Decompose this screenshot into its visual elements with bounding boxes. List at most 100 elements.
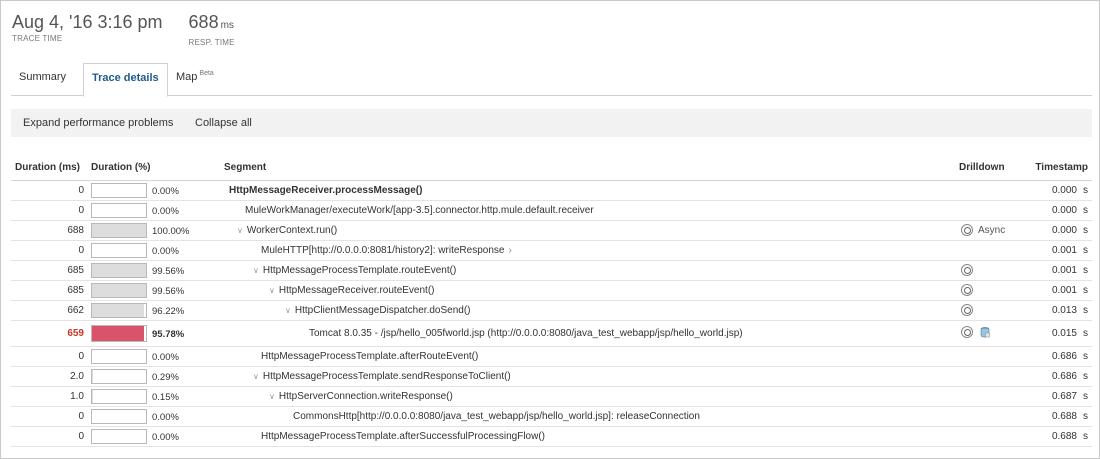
chevron-down-icon[interactable]: ∨ xyxy=(269,286,275,295)
duration-pct: 0.00% xyxy=(152,206,179,217)
timestamp-value: 0.000 xyxy=(1051,185,1077,196)
chevron-right-icon[interactable]: › xyxy=(508,245,511,256)
table-row[interactable]: 0 0.00% CommonsHttp[http://0.0.0.0:8080/ja… xyxy=(11,407,1092,427)
col-duration-ms[interactable]: Duration (ms) xyxy=(15,162,80,173)
duration-bar xyxy=(91,429,147,444)
chevron-down-icon[interactable]: ∨ xyxy=(237,226,243,235)
drilldown-label[interactable]: Async xyxy=(978,225,1005,236)
segment-cell[interactable]: ∨ HttpMessageProcessTemplate.sendResponse… xyxy=(253,371,511,382)
tab-trace-details[interactable]: Trace details xyxy=(83,63,168,97)
segment-cell[interactable]: MuleWorkManager/executeWork/[app-3.5].co… xyxy=(245,205,594,216)
drilldown-cell xyxy=(961,326,990,338)
table-row[interactable]: 659 95.78% Tomcat 8.0.35 - /jsp/hello_005f… xyxy=(11,321,1092,347)
segment-cell[interactable]: HttpMessageProcessTemplate.afterRouteEve… xyxy=(261,351,478,362)
segment-cell[interactable]: ∨ HttpMessageReceiver.routeEvent() xyxy=(269,285,434,296)
table-row[interactable]: 0 0.00% HttpMessageProcessTemplate.afterRo… xyxy=(11,347,1092,367)
segment-cell[interactable]: ∨ HttpMessageProcessTemplate.routeEvent() xyxy=(253,265,456,276)
magnifier-icon[interactable] xyxy=(961,304,973,316)
duration-bar-fill xyxy=(92,284,146,297)
magnifier-icon[interactable] xyxy=(961,284,973,296)
timestamp-unit: s xyxy=(1083,371,1088,382)
table-row[interactable]: 685 99.56% ∨ HttpMessageReceiver.routeEvent… xyxy=(11,281,1092,301)
duration-ms: 688 xyxy=(67,225,84,236)
timestamp-unit: s xyxy=(1083,265,1088,276)
expand-performance-problems-button[interactable]: Expand performance problems xyxy=(11,109,185,137)
timestamp-cell: 0.015 s xyxy=(1052,328,1088,339)
table-row[interactable]: 2.0 0.29% ∨ HttpMessageProcessTemplate.send… xyxy=(11,367,1092,387)
timestamp-cell: 0.686 s xyxy=(1052,351,1088,362)
timestamp-unit: s xyxy=(1083,285,1088,296)
timestamp-unit: s xyxy=(1083,245,1088,256)
table-row[interactable]: 0 0.00% HttpMessageProcessTemplate.afterSu… xyxy=(11,427,1092,447)
trace-header: Aug 4, '16 3:16 pm TRACE TIME 688 ms RESP… xyxy=(12,11,261,47)
tab-bar: Summary Trace details Map Beta xyxy=(11,63,1092,97)
timestamp-value: 0.001 xyxy=(1051,285,1077,296)
duration-bar xyxy=(91,409,147,424)
segment-cell[interactable]: HttpMessageProcessTemplate.afterSuccessf… xyxy=(261,431,545,442)
chevron-down-icon[interactable]: ∨ xyxy=(253,266,259,275)
duration-bar-fill xyxy=(92,326,144,341)
duration-pct: 0.00% xyxy=(152,246,179,257)
segment-name: HttpMessageProcessTemplate.afterRouteEve… xyxy=(261,351,479,362)
timestamp-value: 0.686 xyxy=(1051,371,1077,382)
tab-summary[interactable]: Summary xyxy=(11,63,74,96)
duration-bar xyxy=(91,243,147,258)
trace-table: Duration (ms) Duration (%) Segment Drill… xyxy=(11,157,1092,447)
table-row[interactable]: 0 0.00% MuleHTTP[http://0.0.0.0:8081/histo… xyxy=(11,241,1092,261)
timestamp-unit: s xyxy=(1083,351,1088,362)
timestamp-unit: s xyxy=(1083,411,1088,422)
resp-time-caption: RESP. TIME xyxy=(188,38,235,47)
resp-time-value: 688 xyxy=(188,12,219,32)
timestamp-value: 0.001 xyxy=(1051,245,1077,256)
chevron-down-icon[interactable]: ∨ xyxy=(285,306,291,315)
duration-ms: 685 xyxy=(67,285,84,296)
tab-map[interactable]: Map Beta xyxy=(168,63,222,96)
chevron-down-icon[interactable]: ∨ xyxy=(269,392,275,401)
table-row[interactable]: 0 0.00% HttpMessageReceiver.processMessage… xyxy=(11,181,1092,201)
segment-cell[interactable]: ∨ HttpClientMessageDispatcher.doSend() xyxy=(285,305,471,316)
timestamp-unit: s xyxy=(1083,431,1088,442)
table-header: Duration (ms) Duration (%) Segment Drill… xyxy=(11,157,1092,181)
segment-name: HttpMessageProcessTemplate.routeEvent() xyxy=(262,265,457,276)
segment-cell[interactable]: HttpMessageReceiver.processMessage() xyxy=(229,185,422,196)
magnifier-icon[interactable] xyxy=(961,224,973,236)
table-row[interactable]: 1.0 0.15% ∨ HttpServerConnection.writeRespo… xyxy=(11,387,1092,407)
col-duration-pct[interactable]: Duration (%) xyxy=(91,162,150,173)
duration-ms: 1.0 xyxy=(70,391,84,402)
tab-summary-label: Summary xyxy=(19,71,67,83)
duration-pct: 0.00% xyxy=(152,432,179,443)
duration-bar xyxy=(91,203,147,218)
duration-bar-fill xyxy=(92,304,144,317)
timestamp-cell: 0.688 s xyxy=(1052,431,1088,442)
database-icon[interactable] xyxy=(980,326,990,338)
timestamp-value: 0.015 xyxy=(1051,328,1077,339)
timestamp-cell: 0.001 s xyxy=(1052,265,1088,276)
collapse-all-button[interactable]: Collapse all xyxy=(183,109,264,137)
magnifier-icon[interactable] xyxy=(961,264,973,276)
timestamp-cell: 0.000 s xyxy=(1052,205,1088,216)
segment-cell[interactable]: ∨ HttpServerConnection.writeResponse() xyxy=(269,391,453,402)
duration-bar xyxy=(91,369,147,384)
col-drilldown[interactable]: Drilldown xyxy=(959,162,1005,173)
segment-cell[interactable]: Tomcat 8.0.35 - /jsp/hello_005fworld.jsp… xyxy=(309,328,743,339)
magnifier-icon[interactable] xyxy=(961,326,973,338)
table-row[interactable]: 0 0.00% MuleWorkManager/executeWork/[app-3… xyxy=(11,201,1092,221)
duration-ms: 685 xyxy=(67,265,84,276)
segment-cell[interactable]: ∨ WorkerContext.run() xyxy=(237,225,337,236)
timestamp-value: 0.686 xyxy=(1051,351,1077,362)
timestamp-unit: s xyxy=(1083,205,1088,216)
drilldown-cell xyxy=(961,264,973,276)
resp-time-unit: ms xyxy=(220,20,234,31)
table-row[interactable]: 685 99.56% ∨ HttpMessageProcessTemplate.rou… xyxy=(11,261,1092,281)
col-timestamp[interactable]: Timestamp xyxy=(1035,162,1088,173)
segment-cell[interactable]: CommonsHttp[http://0.0.0.0:8080/java_tes… xyxy=(293,411,700,422)
chevron-down-icon[interactable]: ∨ xyxy=(253,372,259,381)
table-row[interactable]: 688 100.00% ∨ WorkerContext.run() Async 0.000… xyxy=(11,221,1092,241)
segment-cell[interactable]: MuleHTTP[http://0.0.0.0:8081/history2]: … xyxy=(261,245,512,256)
timestamp-value: 0.688 xyxy=(1051,431,1077,442)
col-segment[interactable]: Segment xyxy=(224,162,266,173)
duration-pct: 100.00% xyxy=(152,226,190,237)
duration-pct: 99.56% xyxy=(152,266,185,277)
table-row[interactable]: 662 96.22% ∨ HttpClientMessageDispatcher.do… xyxy=(11,301,1092,321)
timestamp-cell: 0.001 s xyxy=(1052,245,1088,256)
